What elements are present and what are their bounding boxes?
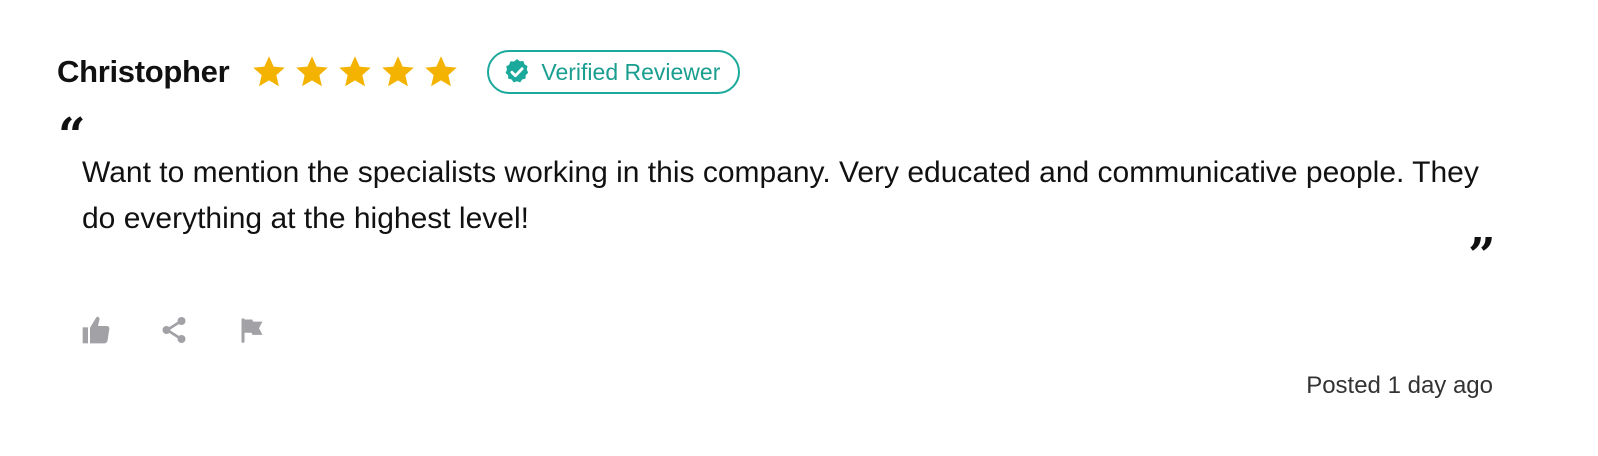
- review-actions: [80, 312, 268, 348]
- like-button[interactable]: [80, 312, 112, 348]
- star-icon: [425, 56, 458, 87]
- star-icon: [253, 56, 286, 87]
- close-quote-mark: ”: [1468, 228, 1496, 284]
- verified-badge-label: Verified Reviewer: [541, 58, 721, 85]
- flag-icon: [241, 318, 263, 343]
- review-header: Christopher Verified Reviewer: [57, 48, 741, 96]
- star-icon: [382, 56, 415, 87]
- star-rating: [251, 54, 459, 90]
- star-icon: [296, 56, 329, 87]
- review-card: Christopher Verified Reviewer “ Want to …: [0, 0, 1598, 456]
- thumbs-up-icon: [82, 316, 110, 344]
- verified-check-icon: [505, 59, 529, 83]
- star-icon: [339, 56, 372, 87]
- review-text: Want to mention the specialists working …: [82, 156, 1479, 235]
- verified-reviewer-badge: Verified Reviewer: [487, 50, 741, 94]
- posted-date: Posted 1 day ago: [1306, 372, 1493, 399]
- reviewer-name: Christopher: [57, 54, 230, 89]
- report-button[interactable]: [236, 312, 268, 348]
- share-icon: [162, 317, 186, 343]
- share-button[interactable]: [158, 312, 190, 348]
